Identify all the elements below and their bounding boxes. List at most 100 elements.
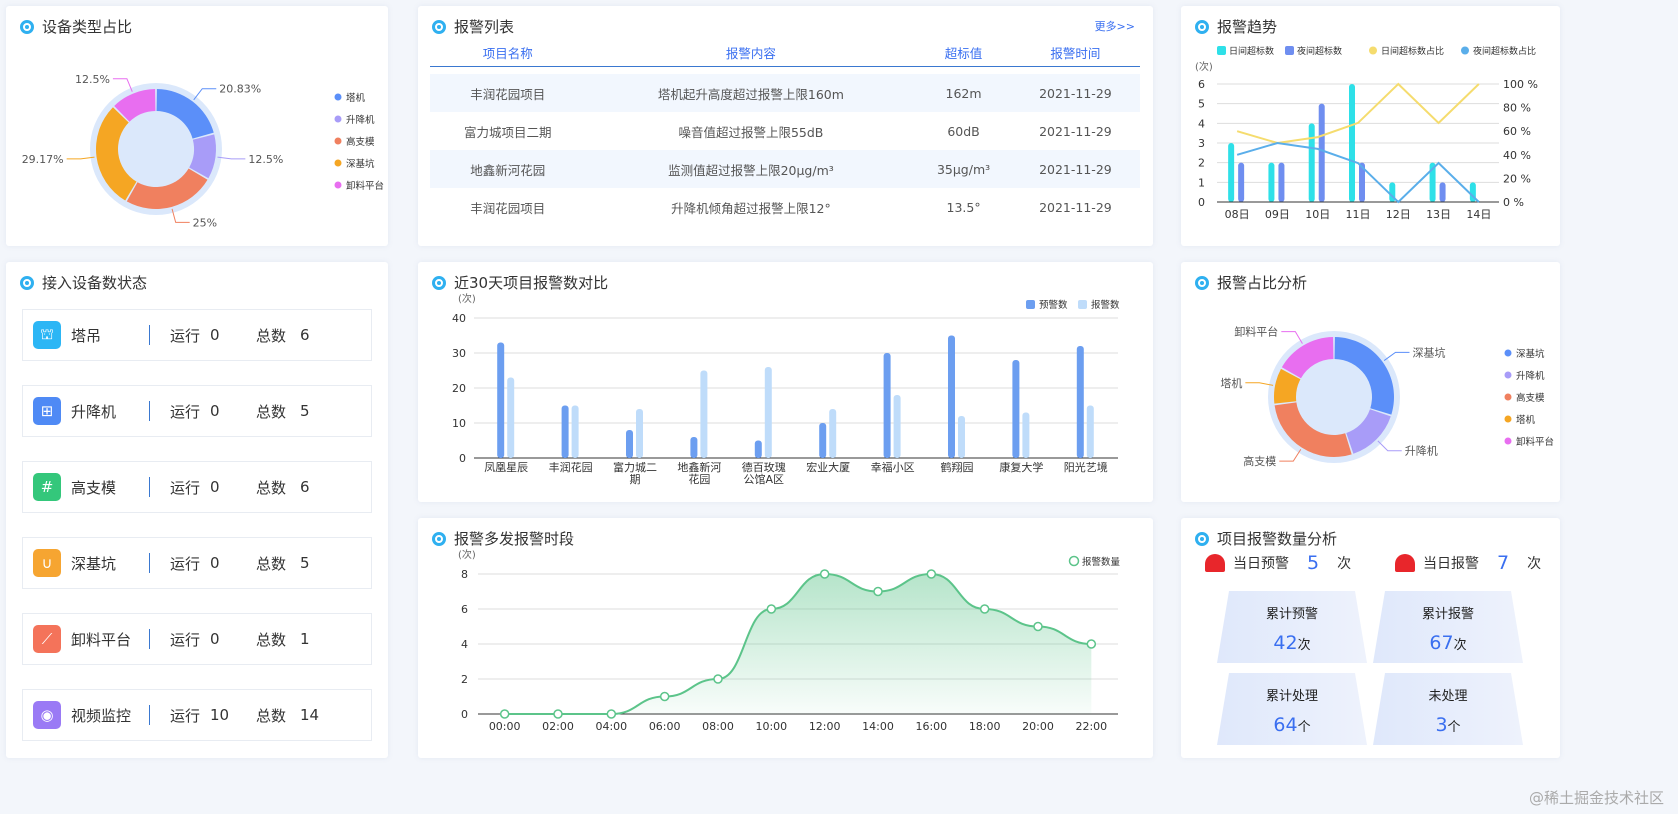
bar (1012, 360, 1020, 458)
y2-tick: 80 % (1503, 102, 1531, 115)
bar (754, 440, 762, 458)
data-point (606, 709, 617, 719)
run-label: 运行 (170, 326, 201, 345)
bar (1022, 412, 1030, 458)
period-panel: 报警多发报警时段 报警数量 (次) 0 2 4 6 8 00:00 02:00 04:00 06:0… (418, 518, 1153, 758)
bar (948, 335, 955, 458)
stat-unit: 次 (1337, 556, 1352, 572)
card-value: 3 (1435, 714, 1448, 736)
run-value: 0 (210, 478, 220, 496)
bar (636, 409, 643, 458)
series-line (1236, 82, 1480, 145)
legend-label: 报警数量 (1082, 556, 1121, 568)
x-tick: 22:00 (1075, 720, 1107, 733)
run-label: 运行 (170, 630, 201, 649)
legend-dot (334, 93, 342, 101)
col-header[interactable]: 超标值 (916, 40, 1011, 67)
stat-label: 当日报警 (1423, 556, 1479, 572)
table-row[interactable]: 丰润花园项目 升降机倾角超过报警上限12° 13.5° 2021-11-29 (430, 188, 1140, 226)
legend-dot (1504, 437, 1512, 445)
x-tick: 06:00 (649, 720, 681, 733)
x-tick: 08:00 (702, 720, 734, 733)
table-cell: 丰润花园项目 (430, 74, 586, 112)
bar (700, 370, 708, 458)
bar (571, 405, 579, 458)
more-link[interactable]: 更多>> (1095, 18, 1135, 34)
col-header[interactable]: 项目名称 (430, 40, 586, 67)
bar (1238, 162, 1245, 202)
data-point (873, 586, 883, 597)
table-cell: 丰润花园项目 (470, 200, 546, 216)
x-tick: 18:00 (969, 720, 1001, 733)
divider (149, 629, 150, 649)
x-tick: 13日 (1426, 208, 1451, 221)
table-row[interactable]: 地鑫新河花园 监测值超过报警上限20μg/m³ 35μg/m³ 2021-11-29 (430, 150, 1140, 188)
device-row[interactable]: ⊞ 升降机 运行 0 总数 5 (22, 385, 372, 437)
device-row[interactable]: ∪ 深基坑 运行 0 总数 5 (22, 537, 372, 589)
legend-label: 报警数 (1091, 299, 1120, 311)
table-row[interactable]: 富力城项目二期 噪音值超过报警上限55dB 60dB 2021-11-29 (430, 112, 1140, 150)
col-header[interactable]: 报警内容 (585, 40, 917, 67)
card-value: 64 (1273, 714, 1298, 736)
device-row[interactable]: ◉ 视频监控 运行 10 总数 14 (22, 689, 372, 741)
slice-label: 深基坑 (1412, 345, 1445, 359)
legend-label: 塔机 (1516, 414, 1536, 426)
total-value: 1 (300, 630, 310, 648)
bar (1086, 405, 1094, 458)
table-cell: 2021-11-29 (1010, 150, 1140, 188)
legend-dot (1504, 393, 1512, 401)
slice-label: 卸料平台 (1234, 325, 1278, 339)
x-tick: 康复大学 (999, 462, 1044, 474)
total-value: 6 (300, 478, 310, 496)
device-name: 升降机 (71, 402, 117, 421)
x-tick-wrap: 凤凰星辰 (484, 462, 529, 474)
x-tick: 凤凰星辰 (484, 462, 529, 474)
x-tick: 09日 (1265, 208, 1290, 221)
device-row[interactable]: ⛫ 塔吊 运行 0 总数 6 (22, 309, 372, 361)
y-unit: (次) (458, 548, 476, 561)
table-row[interactable]: 丰润花园项目 塔机起升高度超过报警上限160m 162m 2021-11-29 (430, 74, 1140, 112)
label-leader (1245, 382, 1274, 386)
legend-dot (1504, 415, 1512, 423)
legend-label: 高支模 (346, 136, 375, 148)
x-tick: 14:00 (862, 720, 894, 733)
alarm-bell-icon (1205, 554, 1225, 572)
x-tick: 12:00 (809, 720, 841, 733)
divider (149, 553, 150, 573)
divider (149, 477, 150, 497)
slice-label: 12.5% (75, 73, 110, 86)
x-tick: 00:00 (489, 720, 521, 733)
device-row[interactable]: ⟋ 卸料平台 运行 0 总数 1 (22, 613, 372, 665)
legend-label: 深基坑 (346, 158, 375, 170)
run-value: 0 (210, 630, 220, 648)
data-point (979, 604, 990, 614)
card-label: 累计报警 (1421, 607, 1474, 622)
x-tick: 11日 (1346, 208, 1371, 221)
data-point (926, 569, 937, 579)
today-warning: 当日预警 5 次 (1205, 552, 1351, 574)
legend-label: 深基坑 (1516, 348, 1545, 360)
device-row[interactable]: # 高支模 运行 0 总数 6 (22, 461, 372, 513)
legend-swatch (1026, 300, 1035, 309)
total-label: 总数 (256, 706, 287, 725)
period-chart: 报警数量 (次) 0 2 4 6 8 00:00 02:00 04:00 06:00 08:00 10:… (458, 548, 1121, 733)
card-unit: 个 (1447, 720, 1461, 735)
x-tick-wrap: 阳光艺境 (1064, 462, 1108, 474)
crane-icon: ⛫ (33, 321, 61, 349)
y-tick: 0 (459, 452, 466, 465)
card-label: 未处理 (1428, 689, 1468, 704)
data-point (499, 709, 510, 719)
total-value: 5 (300, 402, 310, 420)
data-point (659, 691, 670, 702)
col-header[interactable]: 报警时间 (1010, 40, 1140, 67)
x-tick: 12日 (1386, 208, 1411, 221)
trend-panel: 报警趋势 日间超标数 夜间超标数 日间超标数占比 夜间超标数占比 (次) 0 1 2 3 4 5 6 0… (1181, 6, 1560, 246)
divider (149, 705, 150, 725)
run-value: 0 (210, 554, 220, 572)
y-tick: 6 (461, 603, 468, 616)
x-tick: 德百玫瑰公馆A区 (741, 462, 786, 486)
legend-marker (1068, 555, 1080, 567)
y-tick: 4 (1198, 117, 1205, 130)
bar (626, 430, 633, 458)
card-unit: 个 (1297, 720, 1311, 735)
